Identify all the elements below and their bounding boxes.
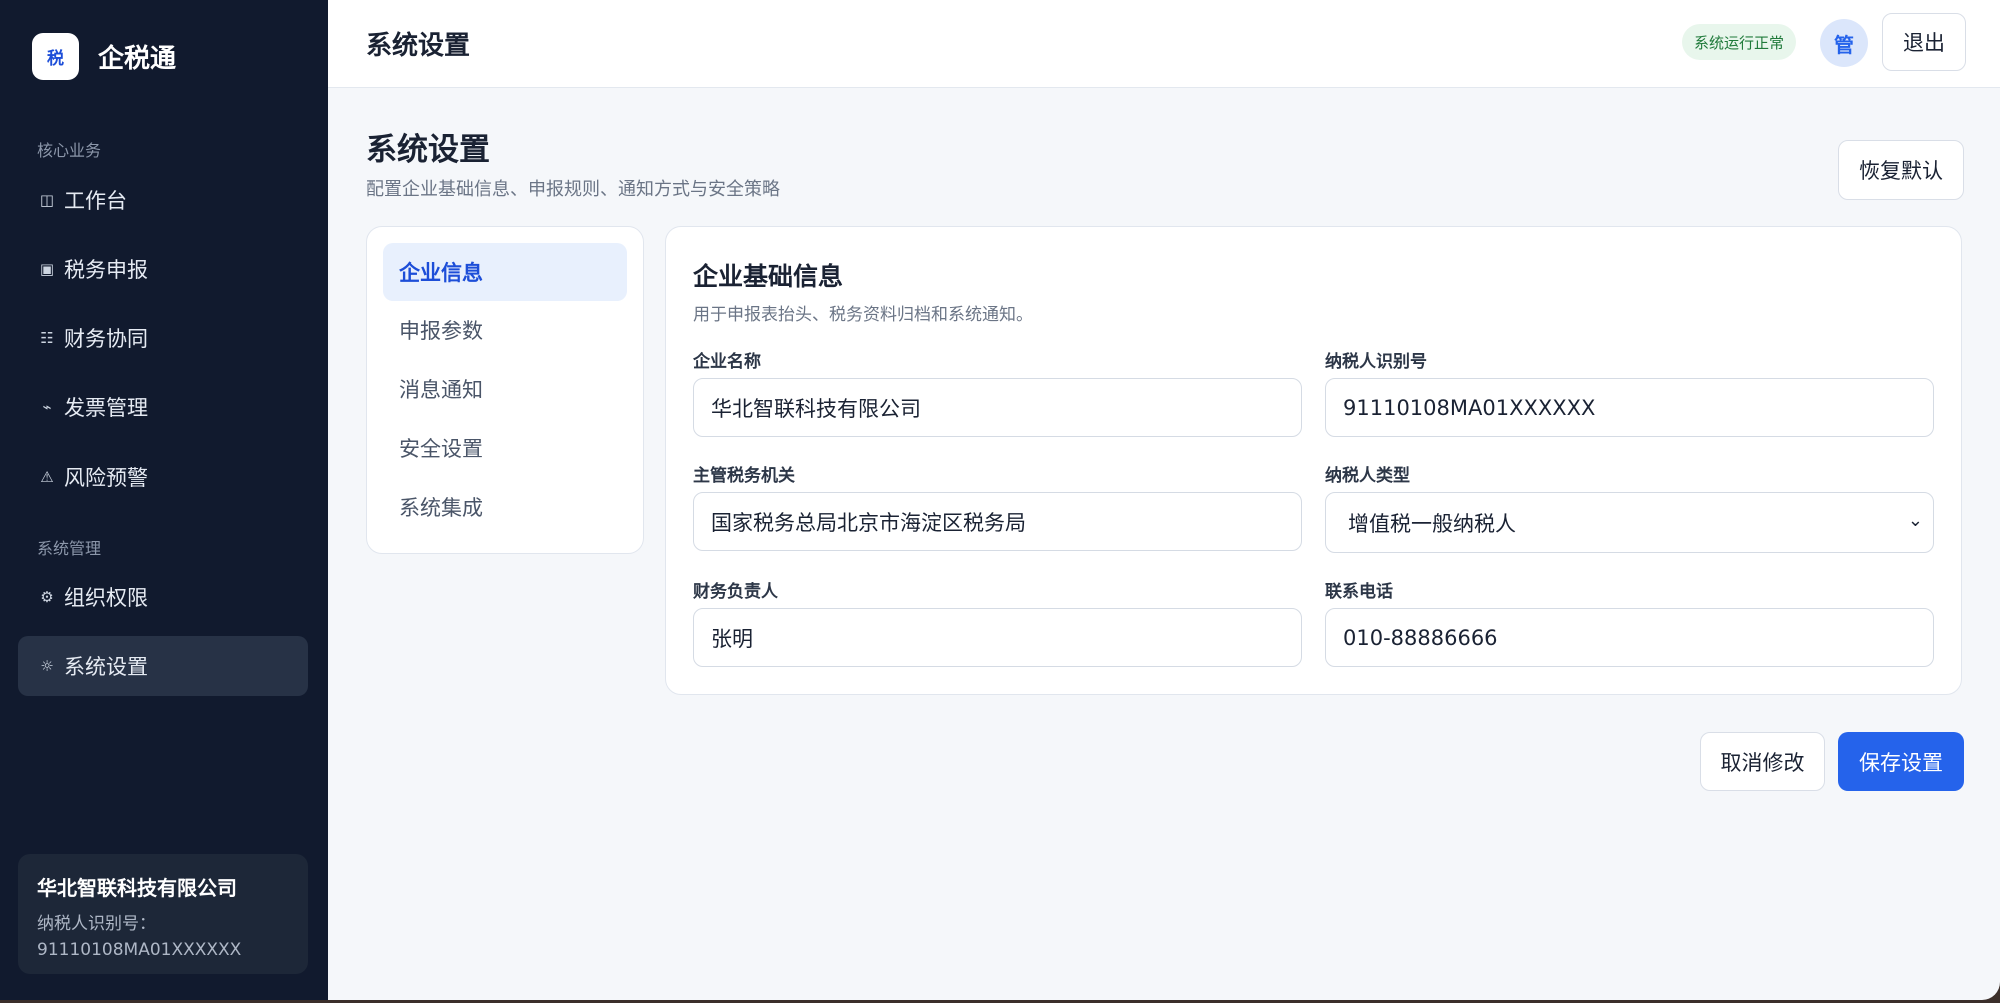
sidebar-item-invoice[interactable]: ⌁ 发票管理 — [18, 377, 308, 437]
save-button[interactable]: 保存设置 — [1838, 732, 1964, 791]
sidebar-item-label: 发票管理 — [64, 396, 148, 420]
avatar[interactable]: 管 — [1820, 19, 1868, 67]
brand-name: 企税通 — [98, 44, 177, 74]
sidebar-item-label: 工作台 — [64, 189, 127, 213]
tax-authority-label: 主管税务机关 — [693, 466, 795, 486]
company-info-form: 企业基础信息 用于申报表抬头、税务资料归档和系统通知。 企业名称 纳税人识别号 … — [665, 226, 1962, 695]
tab-notifications[interactable]: 消息通知 — [383, 360, 627, 418]
brand-logo: 税 — [32, 33, 79, 80]
brand[interactable]: 税 企税通 — [32, 33, 176, 80]
sidebar-item-risk-warning[interactable]: ⚠ 风险预警 — [18, 447, 308, 507]
phone-field[interactable] — [1325, 608, 1934, 667]
company-name-label: 企业名称 — [693, 352, 761, 372]
page-subtitle: 配置企业基础信息、申报规则、通知方式与安全策略 — [366, 179, 780, 200]
form-subtitle: 用于申报表抬头、税务资料归档和系统通知。 — [693, 305, 1033, 325]
sidebar-item-label: 风险预警 — [64, 466, 148, 490]
nav-section-core: 核心业务 — [37, 141, 102, 160]
taxpayer-id-field[interactable] — [1325, 378, 1934, 437]
tax-filing-icon: ▣ — [39, 260, 55, 278]
finance-collab-icon: ☷ — [40, 329, 54, 347]
finance-owner-field[interactable] — [693, 608, 1302, 667]
logout-button[interactable]: 退出 — [1882, 13, 1966, 71]
status-badge: 系统运行正常 — [1682, 24, 1797, 60]
org-permission-icon: ⚙ — [40, 588, 54, 606]
app-window: 税 企税通 核心业务 ◫ 工作台 ▣ 税务申报 ☷ 财务协同 ⌁ 发票管理 ⚠ … — [0, 0, 2000, 1000]
tab-filing-params[interactable]: 申报参数 — [383, 301, 627, 359]
topbar-title: 系统设置 — [366, 31, 471, 61]
company-name: 华北智联科技有限公司 — [37, 876, 237, 900]
cancel-button[interactable]: 取消修改 — [1700, 732, 1825, 791]
taxpayer-type-label: 纳税人类型 — [1325, 466, 1410, 486]
taxpayer-type-value: 增值税一般纳税人 — [1348, 511, 1516, 536]
sidebar-item-label: 系统设置 — [64, 655, 148, 679]
sidebar-item-label: 财务协同 — [64, 327, 148, 351]
nav-section-system: 系统管理 — [37, 539, 102, 558]
invoice-icon: ⌁ — [42, 398, 52, 416]
tab-integration[interactable]: 系统集成 — [383, 478, 627, 536]
company-tax-label: 纳税人识别号： — [37, 914, 156, 934]
settings-nav: 企业信息 申报参数 消息通知 安全设置 系统集成 — [366, 226, 644, 554]
company-card: 华北智联科技有限公司 纳税人识别号： 91110108MA01XXXXXX — [18, 854, 308, 974]
sidebar-item-dashboard[interactable]: ◫ 工作台 — [18, 170, 308, 230]
chevron-down-icon: ⌄ — [1907, 510, 1923, 531]
sidebar-item-settings[interactable]: ☼ 系统设置 — [18, 636, 308, 696]
sidebar-item-tax-filing[interactable]: ▣ 税务申报 — [18, 239, 308, 299]
tab-security[interactable]: 安全设置 — [383, 419, 627, 477]
sidebar-item-label: 税务申报 — [64, 258, 148, 282]
page-title: 系统设置 — [366, 132, 490, 168]
tax-authority-field[interactable] — [693, 492, 1302, 551]
taxpayer-id-label: 纳税人识别号 — [1325, 352, 1427, 372]
sidebar-item-org-permission[interactable]: ⚙ 组织权限 — [18, 567, 308, 627]
dashboard-icon: ◫ — [39, 191, 55, 209]
settings-icon: ☼ — [40, 657, 54, 675]
sidebar-item-finance-collab[interactable]: ☷ 财务协同 — [18, 308, 308, 368]
company-tax-id: 91110108MA01XXXXXX — [37, 940, 242, 960]
phone-label: 联系电话 — [1325, 582, 1393, 602]
sidebar-item-label: 组织权限 — [64, 586, 148, 610]
topbar: 系统设置 系统运行正常 管 退出 — [328, 0, 2000, 88]
warning-icon: ⚠ — [40, 468, 54, 486]
taxpayer-type-select[interactable]: 增值税一般纳税人 ⌄ — [1325, 492, 1934, 553]
tab-company-info[interactable]: 企业信息 — [383, 243, 627, 301]
finance-owner-label: 财务负责人 — [693, 582, 778, 602]
company-name-field[interactable] — [693, 378, 1302, 437]
sidebar: 税 企税通 核心业务 ◫ 工作台 ▣ 税务申报 ☷ 财务协同 ⌁ 发票管理 ⚠ … — [0, 0, 328, 1000]
form-title: 企业基础信息 — [693, 262, 844, 291]
reset-default-button[interactable]: 恢复默认 — [1838, 140, 1964, 200]
